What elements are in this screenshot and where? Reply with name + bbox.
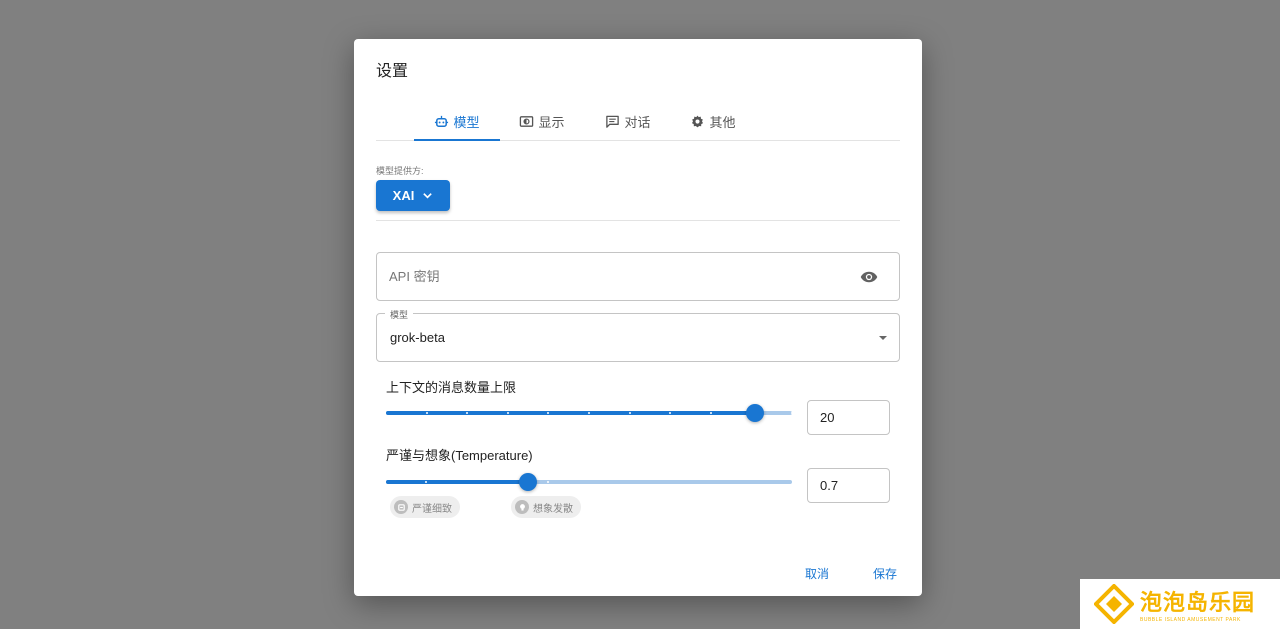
temperature-input[interactable]	[807, 468, 890, 503]
chip-rigor[interactable]: 严谨细致	[390, 496, 460, 518]
slider-mark	[425, 481, 427, 483]
gear-icon	[692, 115, 704, 128]
slider-thumb[interactable]	[519, 473, 537, 491]
watermark-title: 泡泡岛乐园	[1140, 590, 1256, 615]
model-value: grok-beta	[390, 330, 445, 345]
slider-mark	[791, 412, 793, 414]
chevron-down-icon	[423, 193, 433, 199]
provider-value: XAI	[392, 188, 415, 203]
api-key-input[interactable]	[389, 253, 829, 300]
tab-display-label: 显示	[538, 115, 565, 130]
tab-model-label: 模型	[453, 115, 480, 130]
tab-chat[interactable]: 对话	[598, 103, 658, 140]
rigor-icon	[394, 500, 408, 514]
watermark-logo: 泡泡岛乐园 BUBBLE ISLAND AMUSEMENT PARK	[1080, 579, 1280, 629]
tab-display[interactable]: 显示	[512, 103, 572, 140]
lightbulb-icon	[515, 500, 529, 514]
provider-label: 模型提供方:	[376, 166, 424, 176]
tab-other-label: 其他	[709, 115, 736, 130]
slider-mark	[426, 412, 428, 414]
eye-icon[interactable]	[859, 268, 879, 286]
chip-rigor-label: 严谨细致	[412, 503, 452, 515]
tab-model[interactable]: 模型	[414, 103, 500, 141]
api-key-field[interactable]	[376, 252, 900, 301]
section-divider	[376, 220, 900, 221]
slider-mark	[547, 481, 549, 483]
slider-mark	[466, 412, 468, 414]
chip-imagination[interactable]: 想象发散	[511, 496, 581, 518]
context-limit-input[interactable]	[807, 400, 890, 435]
dialog-title: 设置	[376, 63, 409, 80]
chip-imagination-label: 想象发散	[533, 503, 573, 515]
context-limit-label: 上下文的消息数量上限	[386, 380, 517, 395]
slider-mark	[710, 412, 712, 414]
slider-mark	[547, 412, 549, 414]
watermark-subtitle: BUBBLE ISLAND AMUSEMENT PARK	[1140, 617, 1241, 623]
settings-dialog: 设置 模型 显示 对话 其他 模型提供方: XAI 模型 grok-beta 上…	[354, 39, 922, 596]
robot-icon	[435, 115, 449, 127]
model-label: 模型	[385, 308, 414, 321]
diamond-logo-icon	[1094, 584, 1134, 624]
chat-icon	[606, 115, 620, 128]
slider-track	[386, 480, 528, 484]
context-limit-slider[interactable]	[386, 402, 793, 424]
slider-thumb[interactable]	[746, 404, 764, 422]
slider-mark	[629, 412, 631, 414]
tab-chat-label: 对话	[624, 115, 651, 130]
temperature-label: 严谨与想象(Temperature)	[386, 448, 533, 463]
dropdown-arrow-icon	[879, 336, 887, 340]
slider-mark	[669, 412, 671, 414]
slider-track	[386, 411, 755, 415]
settings-tabs: 模型 显示 对话 其他	[376, 103, 900, 141]
save-button[interactable]: 保存	[873, 565, 897, 582]
slider-mark	[588, 412, 590, 414]
temperature-slider[interactable]	[386, 471, 792, 493]
cancel-button[interactable]: 取消	[805, 565, 829, 582]
slider-mark	[507, 412, 509, 414]
provider-select-button[interactable]: XAI	[376, 180, 450, 211]
display-icon	[520, 116, 534, 127]
model-select[interactable]: 模型 grok-beta	[376, 308, 900, 362]
tab-other[interactable]: 其他	[683, 103, 743, 140]
